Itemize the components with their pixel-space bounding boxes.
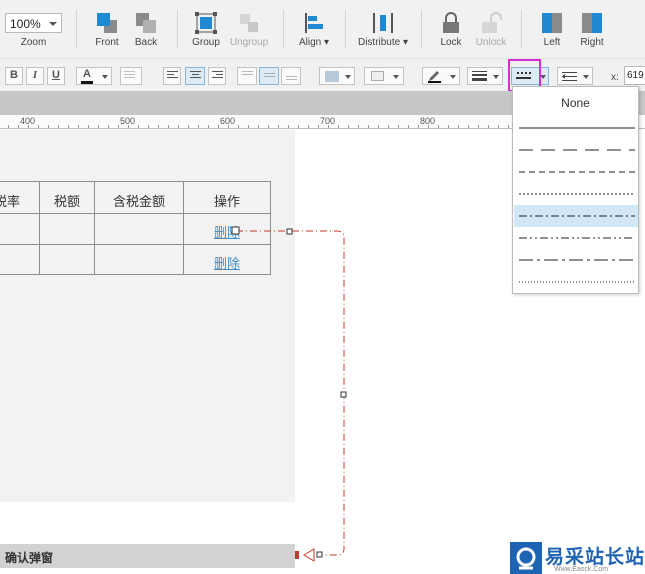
- confirm-dialog-label: 确认弹窗: [5, 551, 54, 565]
- connector-line: [236, 230, 345, 556]
- fine-dot-icon: [519, 281, 635, 283]
- watermark-logo-icon: [510, 542, 542, 574]
- arrowhead-icon: [303, 548, 315, 562]
- line-style-dash[interactable]: [514, 161, 638, 183]
- connector-handle: [286, 228, 293, 235]
- dash-dot-dot-icon: [519, 237, 635, 239]
- line-style-solid[interactable]: [514, 117, 638, 139]
- long-dash-icon: [519, 149, 635, 151]
- line-style-long-dash-dot[interactable]: [514, 249, 638, 271]
- watermark-text: 易采站长站: [545, 546, 645, 568]
- confirm-dialog-bar[interactable]: 确认弹窗: [0, 544, 295, 568]
- dash-dot-icon: [519, 215, 635, 217]
- dot-icon: [519, 193, 635, 195]
- connector-handle: [231, 226, 240, 235]
- dash-icon: [519, 171, 635, 173]
- watermark: 易采站长站 Www.Easck.Com: [510, 542, 645, 574]
- line-style-dot[interactable]: [514, 183, 638, 205]
- line-style-fine-dot[interactable]: [514, 271, 638, 293]
- line-style-none[interactable]: None: [513, 96, 638, 110]
- connector-handle: [340, 391, 347, 398]
- line-style-long-dash[interactable]: [514, 139, 638, 161]
- line-style-dash-dot[interactable]: [514, 205, 638, 227]
- line-style-menu: None: [512, 86, 639, 294]
- watermark-subtext: Www.Easck.Com: [554, 566, 609, 573]
- long-dash-dot-icon: [519, 259, 635, 261]
- connector-handle: [316, 551, 323, 558]
- line-style-dash-dot-dot[interactable]: [514, 227, 638, 249]
- solid-line-icon: [519, 127, 635, 129]
